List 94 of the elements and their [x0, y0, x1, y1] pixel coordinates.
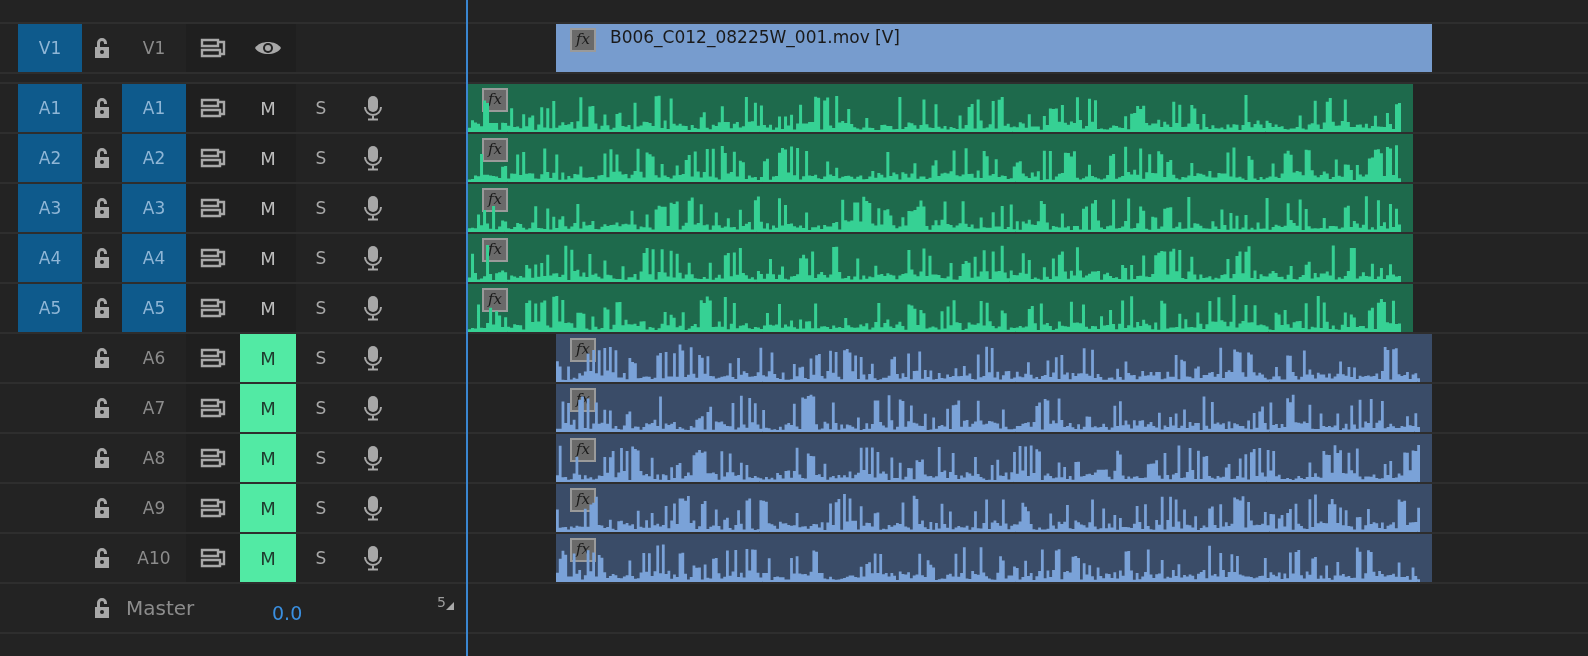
- channel-count: 5: [437, 594, 446, 610]
- track-target-button[interactable]: A7: [122, 384, 186, 432]
- microphone-icon[interactable]: [363, 195, 383, 221]
- track-target-button[interactable]: A6: [122, 334, 186, 382]
- volume-value[interactable]: 0.0: [272, 602, 303, 624]
- solo-button[interactable]: S: [296, 334, 346, 382]
- source-patch-button[interactable]: A2: [18, 134, 82, 182]
- track-target-button[interactable]: A9: [122, 484, 186, 532]
- audio-clip[interactable]: fx: [556, 484, 1432, 532]
- microphone-icon[interactable]: [363, 395, 383, 421]
- lock-icon[interactable]: [94, 297, 110, 319]
- track-target-button[interactable]: A8: [122, 434, 186, 482]
- sync-lock-icon[interactable]: [200, 398, 226, 418]
- sync-lock-icon[interactable]: [200, 548, 226, 568]
- track-target-button[interactable]: A5: [122, 284, 186, 332]
- lock-icon[interactable]: [94, 247, 110, 269]
- audio-clip[interactable]: fx: [468, 234, 1413, 282]
- lock-icon[interactable]: [94, 97, 110, 119]
- fx-badge[interactable]: fx: [570, 438, 596, 462]
- fx-badge[interactable]: fx: [482, 238, 508, 262]
- source-patch-button[interactable]: A4: [18, 234, 82, 282]
- solo-button[interactable]: S: [296, 484, 346, 532]
- fx-badge[interactable]: fx: [482, 188, 508, 212]
- corner-triangle-icon[interactable]: [446, 602, 454, 610]
- track-name: Master: [125, 596, 196, 620]
- microphone-icon[interactable]: [363, 95, 383, 121]
- clip-name: B006_C012_08225W_001.mov [V]: [610, 27, 900, 47]
- lock-icon[interactable]: [94, 347, 110, 369]
- source-patch-button[interactable]: A1: [18, 84, 82, 132]
- mute-button[interactable]: M: [240, 184, 296, 232]
- solo-button[interactable]: S: [296, 234, 346, 282]
- fx-badge[interactable]: fx: [570, 488, 596, 512]
- eye-icon[interactable]: [254, 39, 282, 57]
- microphone-icon[interactable]: [363, 145, 383, 171]
- microphone-icon[interactable]: [363, 345, 383, 371]
- lock-icon[interactable]: [94, 497, 110, 519]
- audio-clip[interactable]: fx: [468, 184, 1413, 232]
- sync-lock-icon[interactable]: [200, 348, 226, 368]
- audio-clip[interactable]: fx: [556, 434, 1432, 482]
- audio-clip[interactable]: fx: [468, 84, 1413, 132]
- fx-badge[interactable]: fx: [570, 28, 596, 52]
- track-target-button[interactable]: V1: [122, 24, 186, 72]
- sync-lock-icon[interactable]: [200, 298, 226, 318]
- sync-lock-icon[interactable]: [200, 248, 226, 268]
- mute-button[interactable]: M: [240, 484, 296, 532]
- mute-button[interactable]: M: [240, 134, 296, 182]
- fx-badge[interactable]: fx: [482, 138, 508, 162]
- sync-lock-icon[interactable]: [200, 448, 226, 468]
- sync-lock-icon[interactable]: [200, 498, 226, 518]
- track-target-button[interactable]: A10: [122, 534, 186, 582]
- mute-button[interactable]: M: [240, 534, 296, 582]
- lock-icon[interactable]: [94, 197, 110, 219]
- solo-button[interactable]: S: [296, 534, 346, 582]
- source-patch-button[interactable]: A3: [18, 184, 82, 232]
- lock-icon[interactable]: [94, 147, 110, 169]
- lock-icon[interactable]: [94, 447, 110, 469]
- audio-clip[interactable]: fx: [556, 334, 1432, 382]
- source-patch-button[interactable]: A5: [18, 284, 82, 332]
- microphone-icon[interactable]: [363, 245, 383, 271]
- mute-button[interactable]: M: [240, 434, 296, 482]
- solo-button[interactable]: S: [296, 384, 346, 432]
- sync-lock-icon[interactable]: [200, 38, 226, 58]
- audio-clip[interactable]: fx: [468, 134, 1413, 182]
- solo-button[interactable]: S: [296, 184, 346, 232]
- fx-badge[interactable]: fx: [570, 338, 596, 362]
- solo-button[interactable]: S: [296, 284, 346, 332]
- mute-button[interactable]: M: [240, 284, 296, 332]
- microphone-icon[interactable]: [363, 545, 383, 571]
- microphone-icon[interactable]: [363, 295, 383, 321]
- solo-button[interactable]: S: [296, 84, 346, 132]
- sync-lock-icon[interactable]: [200, 98, 226, 118]
- mute-button[interactable]: M: [240, 334, 296, 382]
- fx-badge[interactable]: fx: [482, 288, 508, 312]
- lock-icon[interactable]: [94, 397, 110, 419]
- track-target-button[interactable]: A2: [122, 134, 186, 182]
- track-target-button[interactable]: A3: [122, 184, 186, 232]
- mute-button[interactable]: M: [240, 384, 296, 432]
- microphone-icon[interactable]: [363, 495, 383, 521]
- sync-lock-icon[interactable]: [200, 198, 226, 218]
- video-clip[interactable]: fx B006_C012_08225W_001.mov [V]: [556, 24, 1432, 72]
- microphone-icon[interactable]: [363, 445, 383, 471]
- solo-button[interactable]: S: [296, 434, 346, 482]
- track-target-button[interactable]: A4: [122, 234, 186, 282]
- audio-clip[interactable]: fx: [468, 284, 1413, 332]
- mute-button[interactable]: M: [240, 84, 296, 132]
- source-patch-button[interactable]: V1: [18, 24, 82, 72]
- lock-icon[interactable]: [94, 547, 110, 569]
- mute-button[interactable]: M: [240, 234, 296, 282]
- fx-badge[interactable]: fx: [482, 88, 508, 112]
- solo-button[interactable]: S: [296, 134, 346, 182]
- lock-icon[interactable]: [94, 37, 110, 59]
- sync-lock-icon[interactable]: [200, 148, 226, 168]
- track-target-button[interactable]: A1: [122, 84, 186, 132]
- lock-icon[interactable]: [94, 597, 110, 619]
